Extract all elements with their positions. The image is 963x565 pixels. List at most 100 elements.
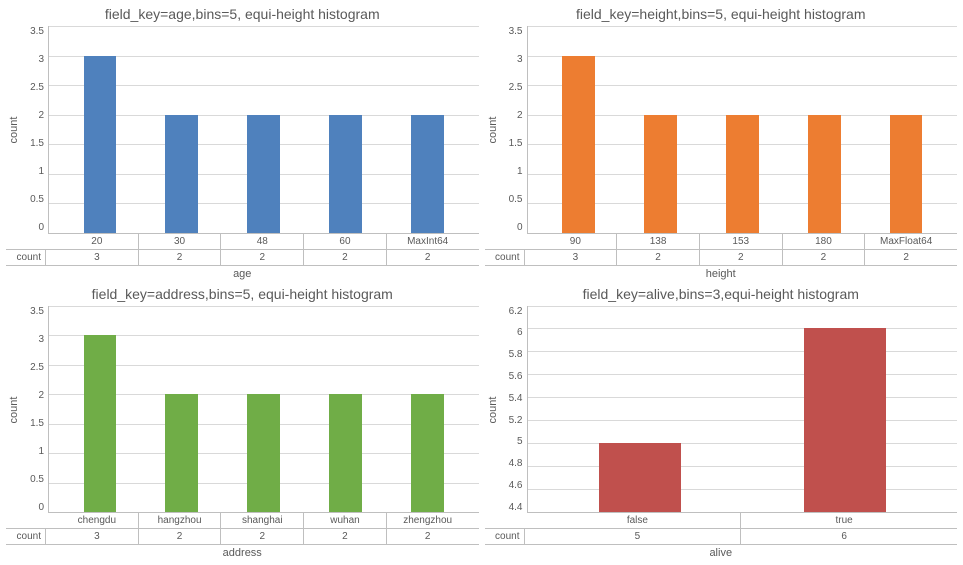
y-axis-ticks: 3.532.521.510.50 <box>501 26 527 234</box>
bar <box>329 394 362 512</box>
y-tick: 0.5 <box>30 194 44 205</box>
y-tick: 1 <box>38 166 44 177</box>
legend: count <box>499 250 525 265</box>
x-axis-label: age <box>6 266 479 280</box>
x-category: hangzhou <box>138 513 221 528</box>
data-value: 2 <box>864 250 947 265</box>
x-category: wuhan <box>303 513 386 528</box>
y-tick: 3 <box>38 334 44 345</box>
legend-label: count <box>17 531 41 542</box>
x-category: 30 <box>138 234 221 249</box>
bar <box>808 115 841 233</box>
x-category: 180 <box>782 234 865 249</box>
bar <box>890 115 923 233</box>
y-tick: 0 <box>38 222 44 233</box>
plot-area <box>48 26 479 234</box>
x-category: MaxFloat64 <box>864 234 947 249</box>
y-tick: 1 <box>38 446 44 457</box>
y-tick: 2 <box>38 390 44 401</box>
y-tick: 1 <box>517 166 523 177</box>
y-tick: 2.5 <box>30 82 44 93</box>
y-tick: 3.5 <box>30 26 44 37</box>
y-tick: 5.4 <box>509 393 523 404</box>
x-axis-label: alive <box>485 545 958 559</box>
bar <box>644 115 677 233</box>
data-table-row: count32222 <box>6 250 479 266</box>
x-category: true <box>740 513 947 528</box>
y-tick: 0.5 <box>30 474 44 485</box>
legend-label: count <box>495 531 519 542</box>
x-axis-label: address <box>6 545 479 559</box>
data-table-row: count32222 <box>485 250 958 266</box>
legend-label: count <box>17 252 41 263</box>
data-table-row: count32222 <box>6 529 479 545</box>
data-value: 2 <box>303 250 386 265</box>
data-value: 2 <box>138 250 221 265</box>
y-tick: 2 <box>38 110 44 121</box>
data-value: 2 <box>220 250 303 265</box>
bar <box>411 394 444 512</box>
y-tick: 6.2 <box>509 306 523 317</box>
x-categories-row: falsetrue <box>485 513 958 529</box>
chart-alive: field_key=alive,bins=3,equi-height histo… <box>485 286 958 560</box>
y-axis-label: count <box>6 26 22 234</box>
bar <box>804 328 886 512</box>
chart-height: field_key=height,bins=5, equi-height his… <box>485 6 958 280</box>
legend: count <box>499 529 525 544</box>
y-tick: 0.5 <box>509 194 523 205</box>
plot-area <box>527 306 958 514</box>
x-category: shanghai <box>220 513 303 528</box>
y-tick: 3.5 <box>509 26 523 37</box>
data-value: 2 <box>616 250 699 265</box>
chart-title: field_key=address,bins=5, equi-height hi… <box>6 286 479 302</box>
x-category: 60 <box>303 234 386 249</box>
x-categories-row: 90138153180MaxFloat64 <box>485 234 958 250</box>
bar <box>165 394 198 512</box>
y-axis-ticks: 6.265.85.65.45.254.84.64.4 <box>501 306 527 514</box>
chart-title: field_key=alive,bins=3,equi-height histo… <box>485 286 958 302</box>
y-tick: 2 <box>517 110 523 121</box>
data-table-row: count56 <box>485 529 958 545</box>
data-value: 2 <box>699 250 782 265</box>
y-tick: 6 <box>517 327 523 338</box>
x-category: 90 <box>535 234 617 249</box>
y-axis-ticks: 3.532.521.510.50 <box>22 26 48 234</box>
y-tick: 4.8 <box>509 458 523 469</box>
y-tick: 1.5 <box>30 138 44 149</box>
y-axis-label: count <box>485 26 501 234</box>
y-tick: 5.2 <box>509 415 523 426</box>
y-tick: 4.6 <box>509 480 523 491</box>
y-tick: 5.6 <box>509 371 523 382</box>
bar <box>84 335 117 512</box>
bar <box>247 394 280 512</box>
data-value: 2 <box>386 529 469 544</box>
bar <box>247 115 280 233</box>
data-value: 3 <box>56 529 138 544</box>
y-tick: 1.5 <box>509 138 523 149</box>
y-tick: 0 <box>38 502 44 513</box>
legend: count <box>20 250 46 265</box>
y-axis-label: count <box>6 306 22 514</box>
x-axis-label: height <box>485 266 958 280</box>
x-category: zhengzhou <box>386 513 469 528</box>
data-value: 3 <box>535 250 617 265</box>
y-tick: 5 <box>517 436 523 447</box>
y-tick: 3 <box>517 54 523 65</box>
data-value: 2 <box>138 529 221 544</box>
data-value: 2 <box>303 529 386 544</box>
x-category: 138 <box>616 234 699 249</box>
plot-area <box>527 26 958 234</box>
bar <box>411 115 444 233</box>
bar <box>84 56 117 233</box>
chart-title: field_key=age,bins=5, equi-height histog… <box>6 6 479 22</box>
chart-address: field_key=address,bins=5, equi-height hi… <box>6 286 479 560</box>
bar <box>165 115 198 233</box>
y-tick: 3.5 <box>30 306 44 317</box>
y-tick: 4.4 <box>509 502 523 513</box>
bar <box>562 56 595 233</box>
plot-area <box>48 306 479 514</box>
x-category: false <box>535 513 741 528</box>
x-category: 48 <box>220 234 303 249</box>
bar <box>329 115 362 233</box>
legend-label: count <box>495 252 519 263</box>
